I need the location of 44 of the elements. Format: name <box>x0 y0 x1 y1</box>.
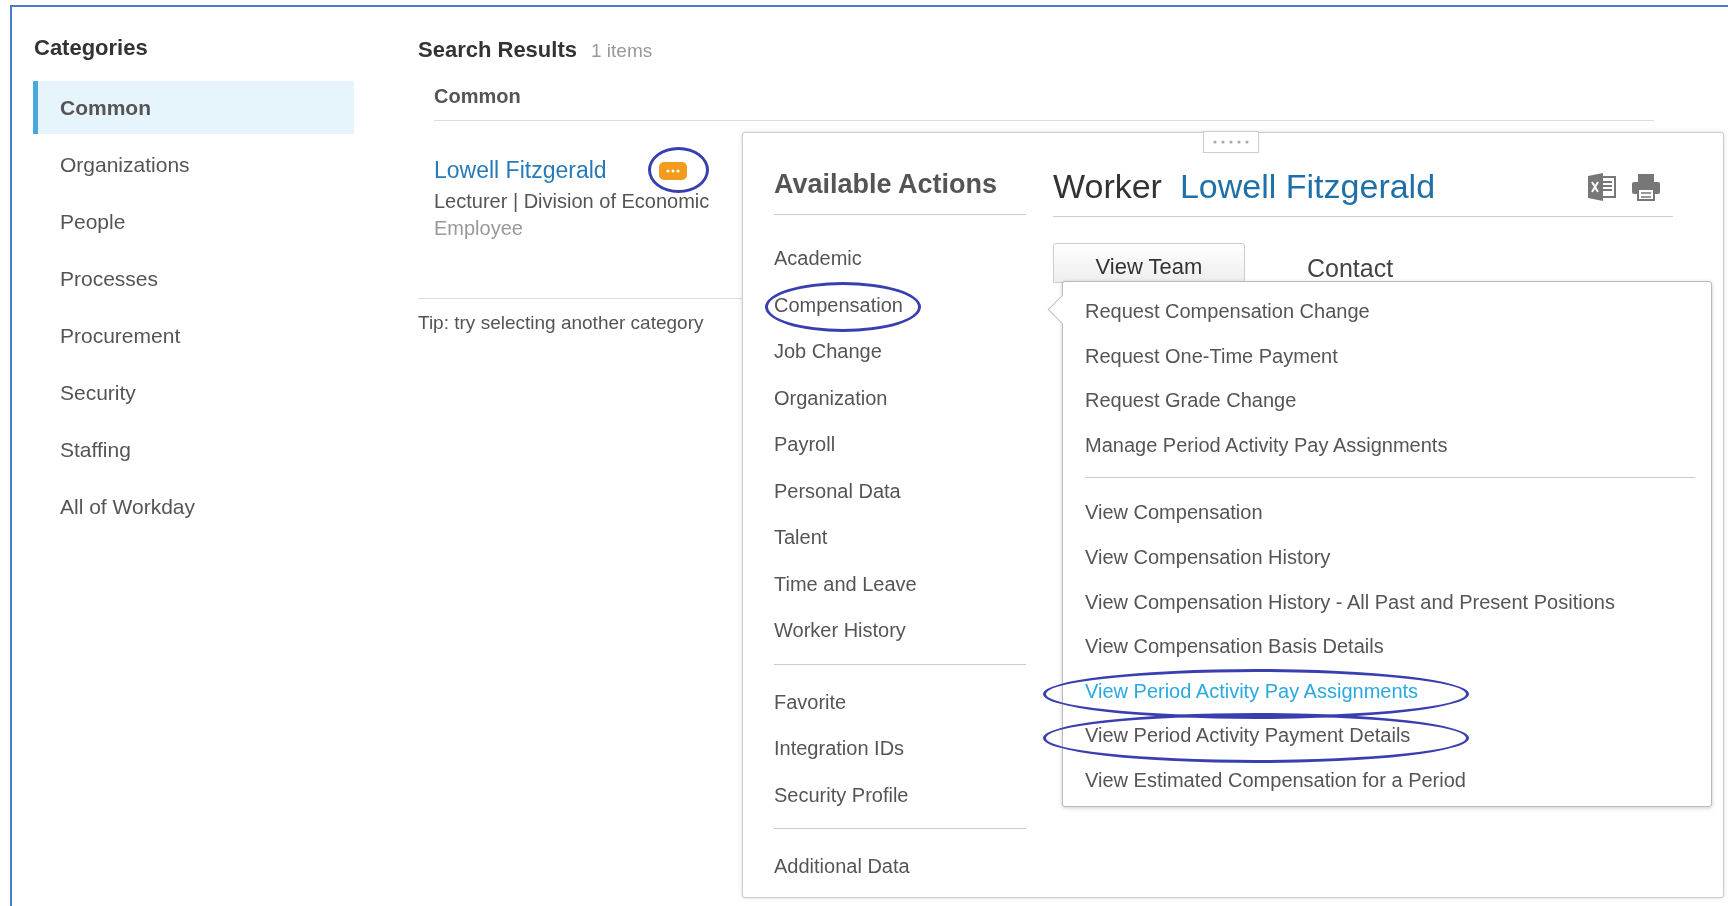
action-category[interactable]: Security Profile <box>774 771 1026 818</box>
worker-label: Worker <box>1053 167 1162 206</box>
category-item[interactable]: Staffing <box>33 423 354 480</box>
category-item[interactable]: Common <box>33 81 354 134</box>
action-category[interactable]: Favorite <box>774 678 1026 725</box>
action-link[interactable]: View Period Activity Payment Details <box>1085 713 1411 758</box>
action-link[interactable]: View Compensation Basis Details <box>1085 624 1384 669</box>
results-count: 1 items <box>590 40 653 62</box>
action-link[interactable]: Request Grade Change <box>1085 378 1297 423</box>
action-link[interactable]: View Compensation History <box>1085 534 1331 580</box>
action-category[interactable]: Job Change <box>774 328 1026 375</box>
action-link[interactable]: View Compensation History - All Past and Present Positions <box>1085 579 1615 625</box>
action-category[interactable]: Payroll <box>774 421 1026 468</box>
action-category[interactable]: Compensation <box>774 281 1026 328</box>
action-category[interactable]: Time and Leave <box>774 560 1026 607</box>
categories-heading: Categories <box>33 35 149 61</box>
worker-type: Employee <box>434 217 524 240</box>
action-category[interactable]: Academic <box>774 235 1026 282</box>
worker-subtitle: Lecturer | Division of Economic <box>434 190 711 213</box>
action-category[interactable]: Worker History <box>774 607 1026 654</box>
action-link[interactable]: View Estimated Compensation for a Period <box>1085 757 1466 803</box>
category-item[interactable]: All of Workday <box>33 480 354 537</box>
category-item[interactable]: Procurement <box>33 309 354 366</box>
view-team-tab[interactable]: View Team <box>1053 243 1245 283</box>
action-category[interactable]: Organization <box>774 374 1026 421</box>
contact-heading: Contact <box>1307 253 1394 283</box>
action-link[interactable]: Request One-Time Payment <box>1085 333 1338 379</box>
category-item[interactable]: Processes <box>33 252 354 309</box>
category-item[interactable]: Security <box>33 366 354 423</box>
action-link[interactable]: View Compensation <box>1085 490 1263 535</box>
tip-text: Tip: try selecting another category <box>418 312 704 334</box>
action-category[interactable]: Integration IDs <box>774 725 1026 772</box>
category-item[interactable]: Organizations <box>33 138 354 195</box>
actions-heading: Available Actions <box>774 169 1026 215</box>
action-category[interactable]: Personal Data <box>774 467 1026 514</box>
category-item[interactable]: People <box>33 195 354 252</box>
results-heading: Search Results <box>418 37 577 63</box>
action-link[interactable]: Request Compensation Change <box>1085 289 1370 334</box>
worker-link[interactable]: Lowell Fitzgerald <box>434 157 607 184</box>
action-link[interactable]: Manage Period Activity Pay Assignments <box>1085 422 1448 468</box>
group-heading: Common <box>434 85 1654 121</box>
worker-name-link[interactable]: Lowell Fitzgerald <box>1179 167 1436 206</box>
action-category[interactable]: Talent <box>774 514 1026 561</box>
action-category[interactable]: Additional Data <box>774 843 1026 890</box>
